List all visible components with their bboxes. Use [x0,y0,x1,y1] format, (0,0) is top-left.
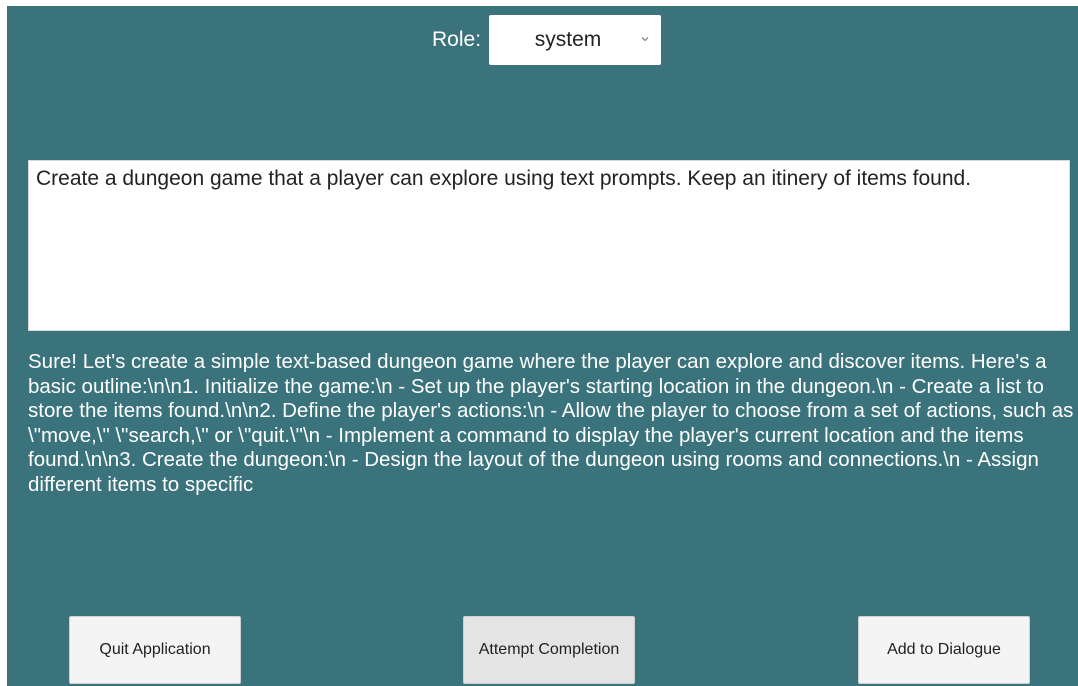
role-label: Role: [432,28,482,51]
response-text: Sure! Let's create a simple text-based d… [28,350,1074,496]
attempt-completion-button[interactable]: Attempt Completion [463,616,635,684]
role-dropdown[interactable]: system [489,15,662,65]
chevron-down-icon [641,37,649,42]
role-dropdown-value: system [534,28,602,51]
app-window: Role: system Sure! Let's create a simple… [7,6,1078,686]
prompt-input[interactable] [28,160,1070,331]
quit-application-button[interactable]: Quit Application [69,616,241,684]
role-row: Role: system [432,14,662,66]
add-to-dialogue-button[interactable]: Add to Dialogue [858,616,1030,684]
